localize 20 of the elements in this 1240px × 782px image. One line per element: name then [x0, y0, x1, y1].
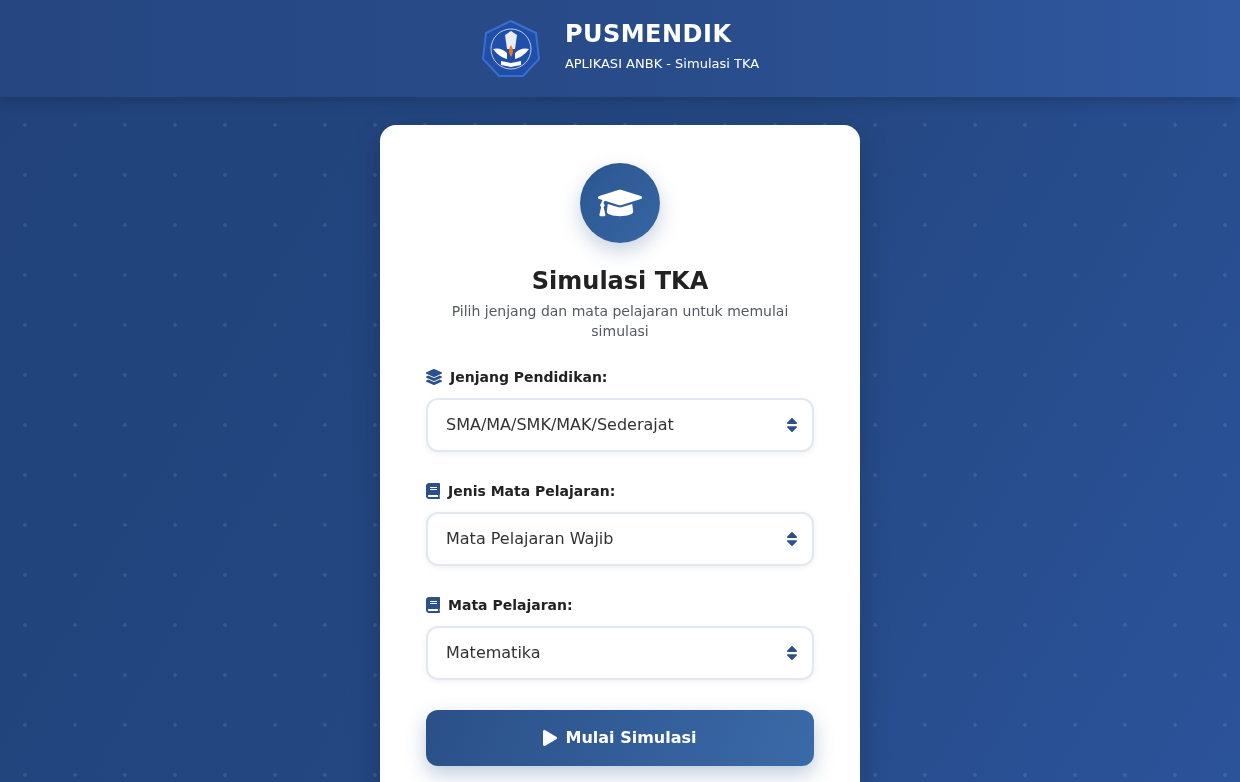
card-description: Pilih jenjang dan mata pelajaran untuk memulai simulasi	[450, 302, 790, 341]
layers-icon	[426, 369, 442, 385]
select-field[interactable]: Matematika	[426, 626, 814, 680]
card-title: Simulasi TKA	[531, 266, 709, 297]
graduation-cap-icon	[580, 163, 660, 243]
sort-caret-icon	[786, 644, 798, 662]
app-subtitle: APLIKASI ANBK - Simulasi TKA	[564, 54, 760, 73]
book-icon	[426, 483, 440, 499]
select-field[interactable]: SMA/MA/SMK/MAK/Sederajat	[426, 398, 814, 452]
app-title: PUSMENDIK	[564, 18, 733, 49]
field-label: Jenis Mata Pelajaran:	[448, 482, 616, 501]
play-icon	[543, 730, 558, 746]
sort-caret-icon	[786, 416, 798, 434]
start-button[interactable]: Mulai Simulasi	[426, 710, 814, 766]
select-field[interactable]: Mata Pelajaran Wajib	[426, 512, 814, 566]
book-icon	[426, 597, 440, 613]
field-label: Mata Pelajaran:	[448, 596, 573, 615]
field-label: Jenjang Pendidikan:	[450, 368, 608, 387]
crest-logo	[480, 18, 541, 79]
sort-caret-icon	[786, 530, 798, 548]
